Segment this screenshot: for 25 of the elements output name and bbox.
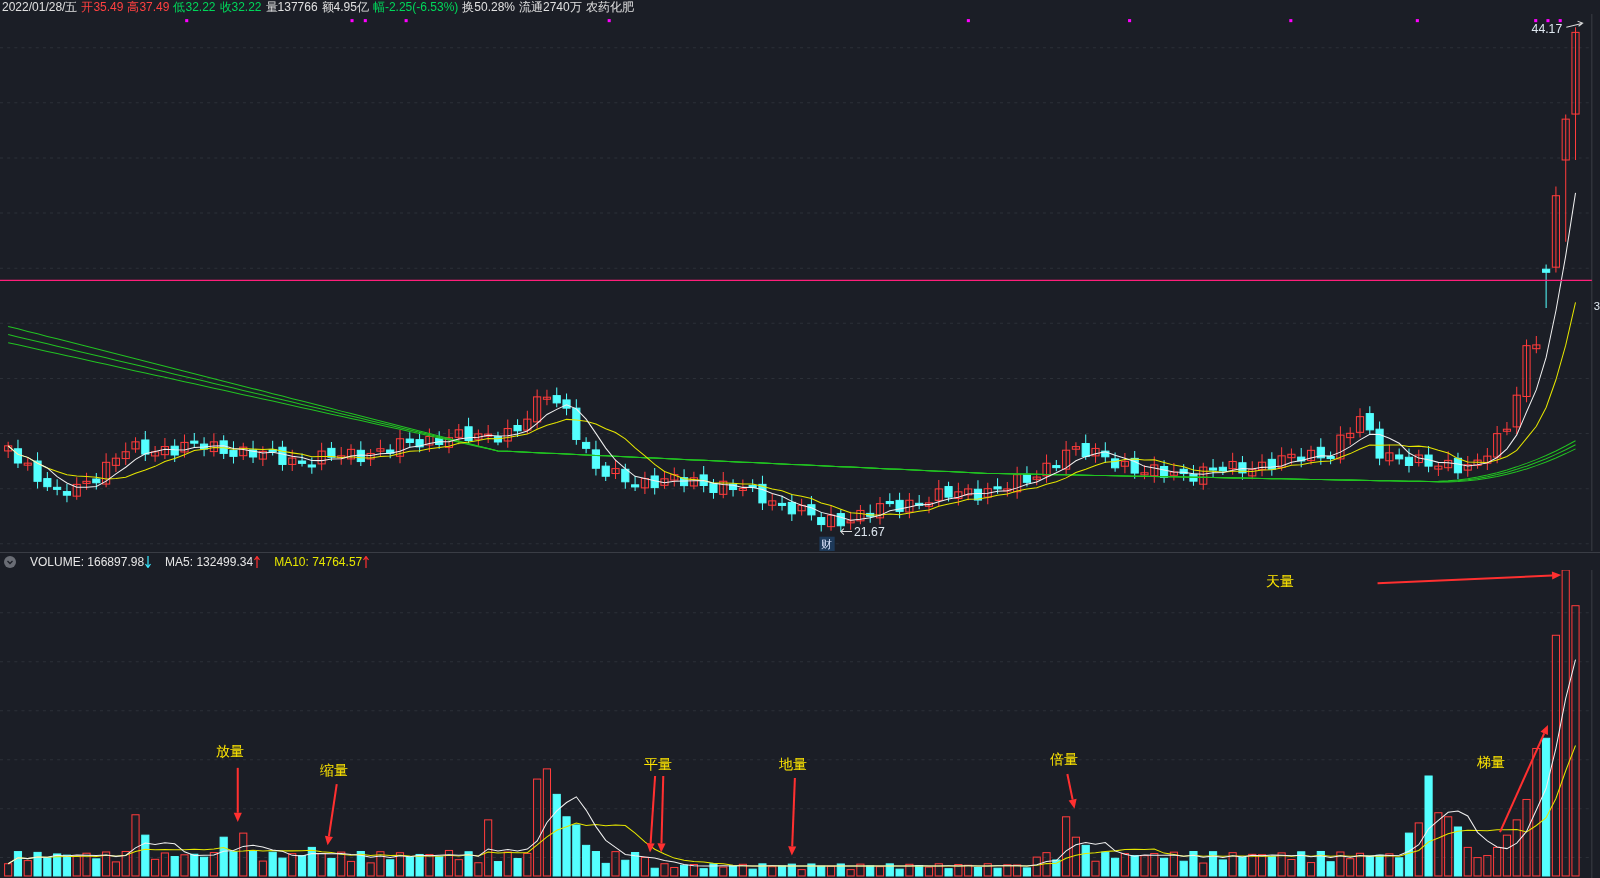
quote-field: 农药化肥 [585, 0, 634, 14]
indicator-label: MA10: 74764.57 [274, 553, 363, 571]
quote-field: 低32.22 [173, 0, 216, 14]
date-label: 2022/01/28/五 [2, 0, 78, 14]
indicator-label: VOLUME: 166897.98 [30, 553, 145, 571]
quote-field: 收32.22 [219, 0, 262, 14]
indicator-label: MA5: 132499.34 [165, 553, 254, 571]
quote-field: 开35.49 [81, 0, 124, 14]
quote-field: 量137766 [265, 0, 318, 14]
event-badge: 财 [819, 536, 835, 551]
annotation-label: 天量 [1266, 573, 1295, 590]
annotation-label: 放量 [216, 742, 245, 759]
high-price-label: 44.17 [1531, 22, 1563, 37]
annotation-label: 倍量 [1050, 750, 1078, 767]
quote-field: 幅-2.25(-6.53%) [372, 0, 459, 14]
quote-field: 换50.28% [462, 0, 515, 14]
quote-field: 流通2740万 [519, 0, 582, 14]
annotation-label: 地量 [778, 755, 807, 772]
quote-field: 额4.95亿 [321, 0, 369, 14]
axis-label: 3 [1593, 300, 1600, 313]
annotation-label: 梯量 [1476, 753, 1505, 770]
annotation-label: 缩量 [320, 762, 349, 778]
annotation-label: 平量 [643, 755, 672, 772]
quote-field: 高37.49 [127, 0, 170, 14]
low-price-label: 21.67 [854, 524, 885, 539]
